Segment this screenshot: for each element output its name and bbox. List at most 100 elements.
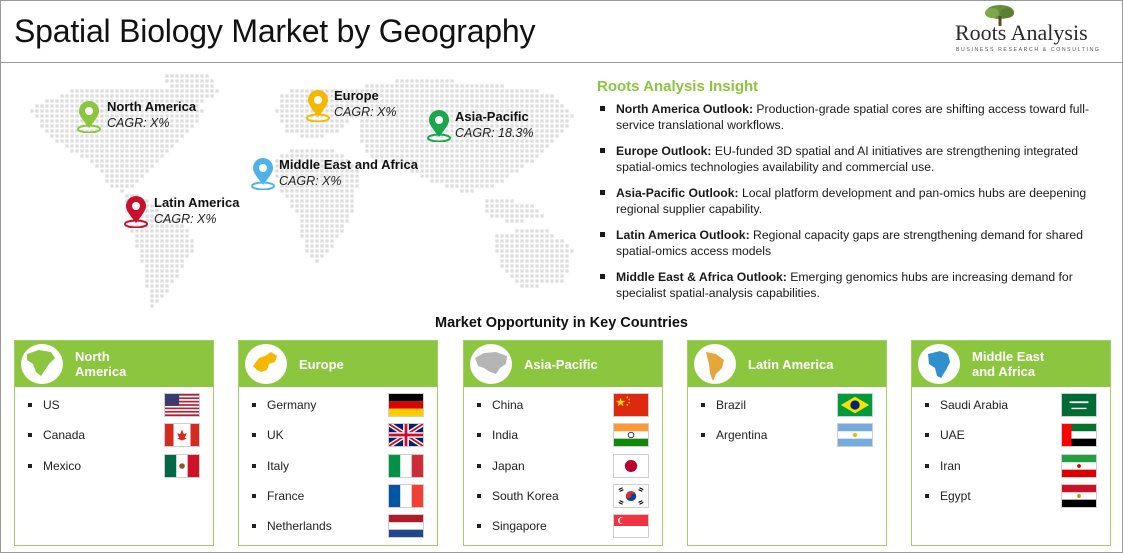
country-name: South Korea (492, 488, 559, 503)
country-row: UAE (912, 423, 1110, 449)
fr-flag-icon (388, 483, 424, 508)
country-name: Italy (267, 458, 290, 473)
in-flag-icon (613, 423, 649, 448)
logo-name: Roots Analysis (955, 20, 1088, 45)
country-name: Netherlands (267, 519, 332, 534)
bullet-icon (701, 433, 705, 438)
bullet-icon (477, 493, 481, 498)
bullet-icon (925, 433, 929, 438)
insight-heading: Latin America Outlook: (616, 228, 750, 242)
bullet-icon (252, 493, 256, 498)
bullet-icon (701, 403, 705, 407)
eg-flag-icon (1061, 483, 1097, 508)
region-label-north-america: North America CAGR: X% (107, 99, 196, 130)
bullet-icon (252, 463, 256, 468)
bullet-icon (28, 433, 32, 438)
it-flag-icon (388, 453, 424, 478)
country-name: France (267, 488, 305, 503)
country-row: Japan (464, 453, 662, 480)
north-america-pin-icon (77, 101, 101, 133)
country-row: South Korea (464, 483, 662, 510)
country-row: France (239, 483, 437, 510)
region-cagr: CAGR: X% (107, 116, 170, 130)
region-card-latin-america: Latin America Brazil Argentina (687, 340, 887, 546)
insight-item-north-america: North America Outlook: Production-grade … (597, 101, 1112, 133)
roots-analysis-logo: Roots Analysis BUSINESS RESEARCH & CONSU… (950, 4, 1115, 60)
insight-item-asia-pacific: Asia-Pacific Outlook: Local platform dev… (597, 185, 1112, 217)
country-name: China (492, 398, 524, 412)
de-flag-icon (388, 393, 424, 417)
insight-heading: Europe Outlook: (616, 144, 712, 158)
bullet-icon (252, 403, 256, 407)
country-name: UK (267, 428, 284, 443)
region-cagr: CAGR: X% (279, 174, 342, 188)
card-region-label-line2: and Africa (972, 364, 1036, 379)
br-flag-icon (837, 393, 873, 417)
europe-pin-icon (306, 90, 330, 122)
region-name: Latin America (154, 195, 240, 210)
bullet-icon (925, 463, 929, 468)
country-row: Singapore (464, 514, 662, 540)
middle-east-africa-pin-icon (251, 158, 275, 190)
card-region-label: Middle East and Africa (972, 341, 1044, 387)
bullet-icon (600, 106, 605, 111)
bullet-icon (600, 148, 605, 153)
country-row: China (464, 393, 662, 419)
card-header: Latin America (688, 341, 886, 387)
bullet-icon (600, 274, 605, 279)
nl-flag-icon (388, 514, 424, 539)
header: Spatial Biology Market by Geography Root… (0, 0, 1123, 63)
card-region-label: Asia-Pacific (524, 341, 598, 387)
page-title: Spatial Biology Market by Geography (14, 13, 536, 49)
sg-flag-icon (613, 514, 649, 539)
country-row: Egypt (912, 483, 1110, 510)
ae-flag-icon (1061, 423, 1097, 448)
world-map: North America CAGR: X% Europe CAGR: X% A… (14, 68, 594, 313)
country-name: Germany (267, 398, 317, 412)
region-name: Asia-Pacific (455, 109, 529, 124)
country-row: Saudi Arabia (912, 393, 1110, 419)
kr-flag-icon (613, 483, 649, 508)
card-header: Europe (239, 341, 437, 387)
region-label-latin-america: Latin America CAGR: X% (154, 195, 240, 226)
asia-pacific-pin-icon (427, 110, 451, 142)
bullet-icon (477, 463, 481, 468)
us-flag-icon (164, 393, 200, 417)
country-name: Saudi Arabia (940, 398, 1009, 412)
market-opportunity-title: Market Opportunity in Key Countries (435, 315, 688, 331)
card-region-label-line2: America (75, 364, 127, 379)
region-card-middle-east-and-africa: Middle East and Africa Saudi Arabia UAE Iran… (911, 340, 1111, 546)
north-america-map-icon (21, 344, 63, 384)
bullet-icon (252, 433, 256, 438)
card-region-label: Europe (299, 341, 344, 387)
country-row: Germany (239, 393, 437, 419)
africa-map-icon (918, 344, 960, 384)
logo-tagline: BUSINESS RESEARCH & CONSULTING (956, 47, 1101, 53)
cn-flag-icon (613, 393, 649, 417)
card-header: Asia-Pacific (464, 341, 662, 387)
insight-item-middle-east-africa: Middle East & Africa Outlook: Emerging g… (597, 269, 1112, 301)
region-card-north-america: North America US Canada Mexico (14, 340, 214, 546)
card-header: North America (15, 341, 213, 387)
latin-america-map-icon (694, 344, 736, 384)
country-row: Brazil (688, 393, 886, 419)
country-name: India (492, 428, 519, 443)
card-region-label-line1: Europe (299, 356, 344, 372)
bullet-icon (28, 403, 32, 407)
country-row: India (464, 423, 662, 449)
insight-heading: Middle East & Africa Outlook: (616, 270, 787, 284)
card-region-label-line1: Asia-Pacific (524, 356, 598, 372)
country-row: Canada (15, 423, 213, 449)
latin-america-pin-icon (124, 196, 148, 228)
country-name: Singapore (492, 519, 547, 534)
country-name: Japan (492, 458, 525, 473)
insight-item-latin-america: Latin America Outlook: Regional capacity… (597, 227, 1112, 259)
region-cagr: CAGR: X% (154, 212, 217, 226)
region-name: Europe (334, 88, 379, 103)
bullet-icon (925, 493, 929, 498)
region-cagr: CAGR: X% (334, 105, 397, 119)
country-row: Netherlands (239, 514, 437, 540)
card-region-label-line1: Latin America (748, 356, 834, 372)
bullet-icon (600, 190, 605, 195)
region-cagr: CAGR: 18.3% (455, 126, 534, 140)
